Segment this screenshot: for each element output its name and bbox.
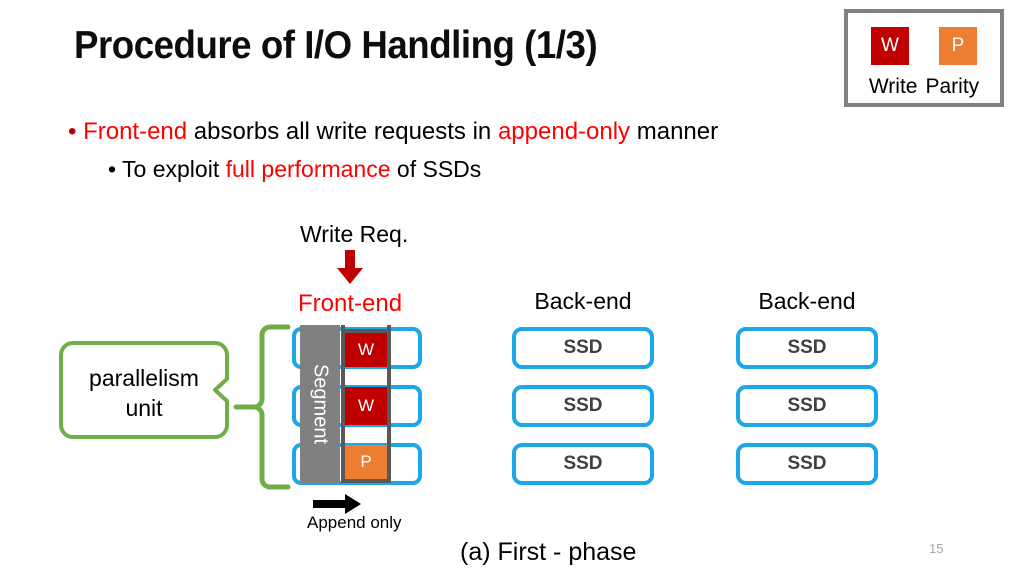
bullet-marker: •	[68, 118, 77, 145]
frontend-block-write: W	[341, 329, 391, 367]
backend-label: Back-end	[758, 288, 856, 314]
legend-box: W P Write Parity	[844, 9, 1004, 107]
right-arrow-icon	[313, 494, 361, 514]
parallelism-unit-text: parallelism unit	[59, 363, 229, 423]
bullet1-highlight-append-only: append-only	[497, 118, 631, 145]
page-number: 15	[929, 541, 944, 556]
ssd-box: SSD	[736, 443, 878, 485]
ssd-box: SSD	[512, 443, 654, 485]
frontend-label: Front-end	[298, 290, 403, 317]
frontend-block-write: W	[341, 387, 391, 425]
ssd-box: SSD	[736, 327, 878, 369]
ssd-box: SSD	[512, 327, 654, 369]
page-title: Procedure of I/O Handling (1/3)	[74, 24, 598, 67]
bullet-marker: •	[108, 156, 117, 182]
parallelism-unit-line2: unit	[125, 395, 163, 421]
bullet-level1: • Front-end absorbs all write requests i…	[68, 118, 718, 146]
bullet1-text-2: manner	[630, 118, 719, 145]
parallelism-unit-line1: parallelism	[89, 365, 199, 391]
bullet2-text-1: To exploit	[122, 156, 226, 182]
ssd-box: SSD	[736, 385, 878, 427]
legend-squares-row: W P	[848, 27, 1000, 65]
backend-label: Back-end	[534, 288, 632, 314]
bullet2-text-2: of SSDs	[390, 156, 482, 182]
write-request-label: Write Req.	[300, 221, 409, 247]
bullet1-text-1: absorbs all write requests in	[187, 118, 498, 145]
segment-bar: Segment	[300, 325, 340, 483]
bullet2-highlight-full-performance: full performance	[225, 156, 391, 182]
legend-write-label: Write	[868, 75, 918, 98]
ssd-box: SSD	[512, 385, 654, 427]
bullet-level2: • To exploit full performance of SSDs	[108, 156, 481, 183]
bullet1-highlight-frontend: Front-end	[83, 118, 188, 145]
frontend-block-parity: P	[341, 445, 391, 483]
legend-labels-row: Write Parity	[848, 75, 1000, 99]
legend-parity-label: Parity	[925, 75, 980, 98]
parallelism-bracket	[233, 324, 291, 490]
legend-parity-square: P	[939, 27, 977, 65]
down-arrow-icon	[337, 250, 363, 284]
figure-caption: (a) First - phase	[460, 538, 637, 566]
segment-label: Segment	[309, 363, 332, 445]
append-only-label: Append only	[307, 513, 402, 532]
legend-write-square: W	[871, 27, 909, 65]
